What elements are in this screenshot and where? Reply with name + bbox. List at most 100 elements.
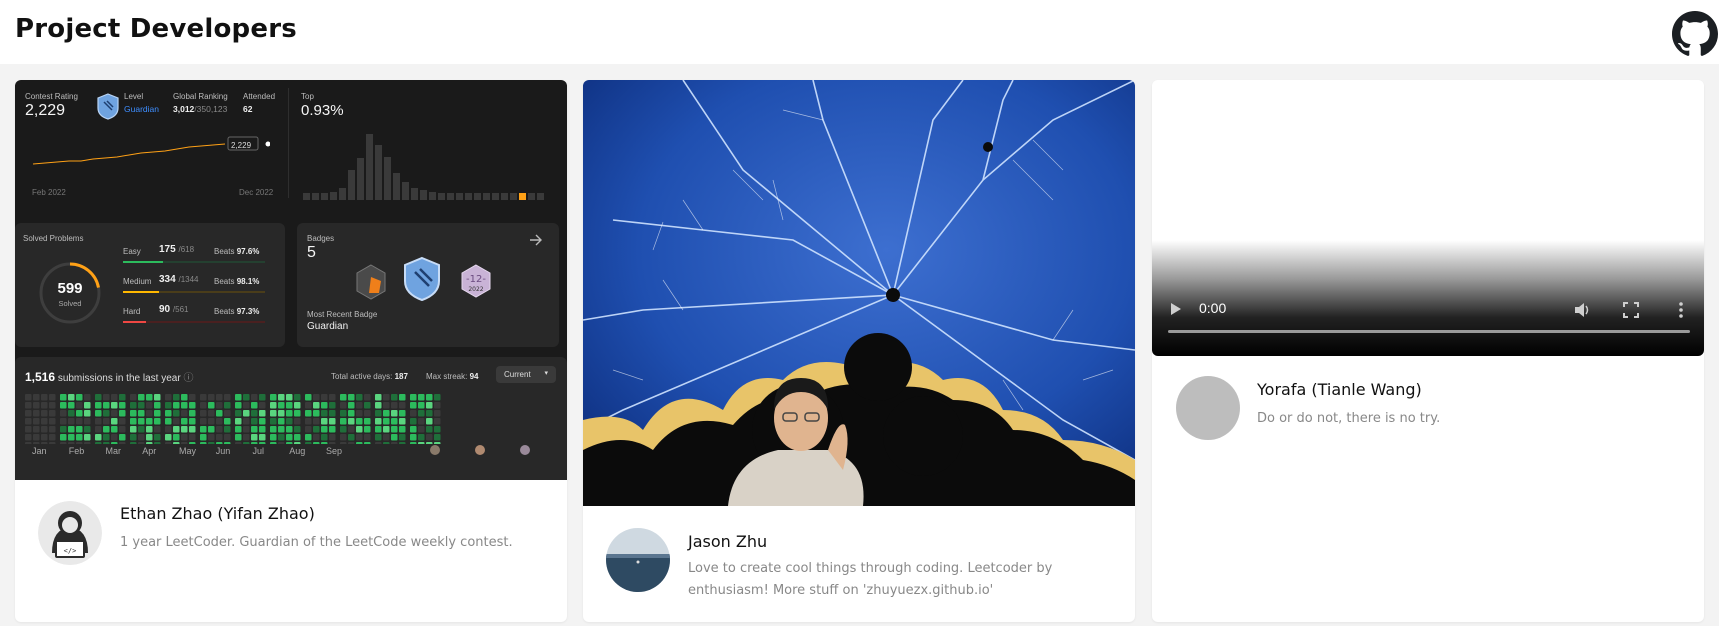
solved-sublabel: Solved bbox=[58, 299, 82, 308]
developer-card-jason: Jason Zhu Love to create cool things thr… bbox=[583, 80, 1135, 622]
avatar bbox=[606, 528, 670, 592]
medium-track bbox=[123, 291, 265, 293]
svg-text:-12-: -12- bbox=[466, 274, 486, 285]
chart-end-date: Dec 2022 bbox=[239, 188, 274, 197]
hard-total: /561 bbox=[172, 305, 189, 314]
contest-rating-label: Contest Rating bbox=[25, 92, 78, 101]
medium-total: /1344 bbox=[178, 275, 199, 284]
easy-beats: Beats 97.6% bbox=[214, 247, 259, 256]
video-progress-bar[interactable] bbox=[1168, 330, 1690, 333]
easy-label: Easy bbox=[123, 247, 141, 256]
github-link[interactable] bbox=[1672, 11, 1718, 57]
chart-start-date: Feb 2022 bbox=[32, 188, 66, 197]
svg-text:</>: </> bbox=[64, 547, 77, 555]
global-ranking-value: 3,012/350,123 bbox=[173, 104, 227, 114]
attended-value: 62 bbox=[243, 104, 253, 114]
annual-badge-year: 2022 bbox=[468, 286, 483, 293]
medium-count: 334 /1344 bbox=[159, 274, 199, 285]
video-player[interactable]: 0:00 bbox=[1152, 80, 1704, 356]
fractal-art bbox=[583, 80, 1135, 506]
medium-beats-label: Beats bbox=[214, 277, 235, 286]
badges-count: 5 bbox=[307, 244, 316, 261]
period-select[interactable]: Current ▾ bbox=[496, 366, 556, 383]
avatar: </> bbox=[38, 501, 102, 565]
developer-card-ethan: Contest Rating 2,229 Level Guardian Glob… bbox=[15, 80, 567, 622]
medium-progress bbox=[123, 291, 159, 293]
month-label: Jul bbox=[252, 446, 265, 456]
mandelbrot-fractal-image bbox=[583, 80, 1135, 506]
hard-label: Hard bbox=[123, 307, 141, 316]
max-streak-label: Max streak: bbox=[426, 372, 468, 381]
developer-name: Ethan Zhao (Yifan Zhao) bbox=[120, 504, 315, 523]
hard-beats-value: 97.3% bbox=[236, 307, 260, 316]
chevron-down-icon: ▾ bbox=[544, 370, 548, 377]
guardian-badge-icon bbox=[97, 93, 119, 120]
play-icon[interactable] bbox=[1170, 302, 1182, 316]
global-ranking-label: Global Ranking bbox=[173, 92, 228, 101]
max-streak: Max streak: 94 bbox=[426, 372, 478, 381]
month-label: Mar bbox=[105, 446, 122, 456]
badges-panel: Badges 5 -12- 2022 Most Recent Badge Gua… bbox=[297, 223, 559, 347]
medium-label: Medium bbox=[123, 277, 152, 286]
submission-heatmap bbox=[25, 394, 441, 444]
divider bbox=[288, 88, 289, 198]
developer-name: Jason Zhu bbox=[688, 532, 768, 551]
active-days-value: 187 bbox=[394, 372, 408, 381]
github-icon bbox=[1672, 11, 1718, 56]
submissions-text: submissions in the last year bbox=[57, 373, 181, 384]
submissions-count: 1,516 bbox=[25, 370, 56, 384]
submission-calendar-panel: 1,516 submissions in the last year ⓘ Tot… bbox=[15, 357, 567, 480]
top-bar: Project Developers bbox=[0, 0, 1719, 64]
recent-badge-value: Guardian bbox=[307, 321, 349, 332]
solved-problems-label: Solved Problems bbox=[23, 234, 84, 243]
hard-progress bbox=[123, 321, 146, 323]
easy-beats-label: Beats bbox=[214, 247, 235, 256]
badges-label: Badges bbox=[307, 234, 335, 243]
video-time: 0:00 bbox=[1199, 300, 1227, 316]
info-icon: ⓘ bbox=[183, 373, 194, 384]
page-title: Project Developers bbox=[15, 14, 297, 44]
month-label: Apr bbox=[142, 446, 157, 456]
guardian-large-badge-icon bbox=[404, 256, 440, 302]
developer-card-yorafa: 0:00 Yorafa (Tianle Wang) Do or do not, … bbox=[1152, 80, 1704, 622]
fullscreen-icon[interactable] bbox=[1623, 302, 1639, 318]
medium-beats-value: 98.1% bbox=[236, 277, 260, 286]
submissions-summary: 1,516 submissions in the last year ⓘ bbox=[25, 369, 193, 384]
knight-badge-icon bbox=[356, 264, 386, 300]
more-options-icon[interactable] bbox=[1678, 301, 1684, 319]
month-label: Sep bbox=[326, 446, 343, 456]
developer-bio: 1 year LeetCoder. Guardian of the LeetCo… bbox=[120, 535, 513, 550]
attended-label: Attended bbox=[243, 92, 276, 101]
developer-bio: Do or do not, there is no try. bbox=[1257, 411, 1441, 426]
active-days: Total active days: 187 bbox=[331, 372, 408, 381]
level-label: Level bbox=[124, 92, 144, 101]
month-label: Aug bbox=[289, 446, 306, 456]
monthly-badge-icons bbox=[430, 445, 530, 455]
leetcode-stats-image: Contest Rating 2,229 Level Guardian Glob… bbox=[15, 80, 567, 480]
top-percent-label: Top bbox=[301, 92, 314, 101]
month-label: Jun bbox=[215, 446, 231, 456]
period-select-value: Current bbox=[504, 370, 531, 379]
max-streak-value: 94 bbox=[469, 372, 479, 381]
volume-icon[interactable] bbox=[1574, 302, 1592, 318]
developer-bio-line-1: Love to create cool things through codin… bbox=[688, 561, 1053, 576]
easy-total: /618 bbox=[178, 245, 195, 254]
medium-beats: Beats 98.1% bbox=[214, 277, 259, 286]
easy-solved: 175 bbox=[159, 244, 176, 255]
hard-beats: Beats 97.3% bbox=[214, 307, 259, 316]
active-days-label: Total active days: bbox=[331, 372, 393, 381]
leetcode-dashboard: Contest Rating 2,229 Level Guardian Glob… bbox=[15, 80, 567, 480]
month-label: Feb bbox=[68, 446, 85, 456]
arrow-right-icon[interactable] bbox=[529, 233, 543, 247]
top-percent-value: 0.93% bbox=[301, 102, 344, 119]
medium-solved: 334 bbox=[159, 274, 176, 285]
ocean-photo-avatar bbox=[606, 528, 670, 592]
easy-count: 175 /618 bbox=[159, 244, 194, 255]
month-label: Jan bbox=[32, 446, 47, 456]
annual-badge-icon: -12- 2022 bbox=[461, 264, 491, 298]
level-value: Guardian bbox=[124, 104, 159, 114]
global-ranking-total: /350,123 bbox=[194, 104, 228, 114]
month-label: May bbox=[179, 446, 197, 456]
hard-beats-label: Beats bbox=[214, 307, 235, 316]
hacker-laptop-icon: </> bbox=[38, 501, 102, 565]
